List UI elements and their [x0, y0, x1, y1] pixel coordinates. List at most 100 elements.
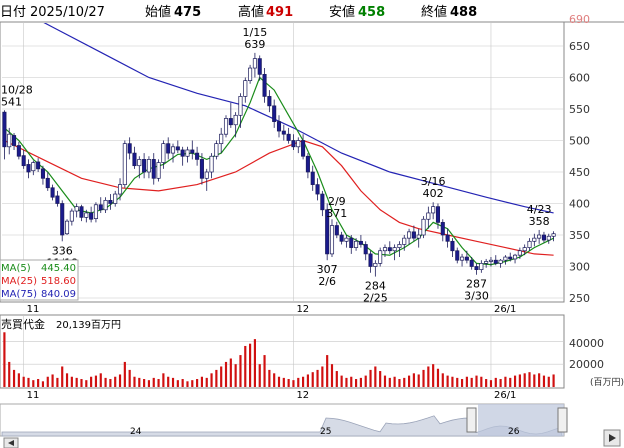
candle-body [435, 206, 441, 223]
volume-panel[interactable]: 売買代金 20,139百万円 40000 20000 (百万円) [0, 314, 624, 389]
candle-body [2, 111, 7, 148]
candle-body [344, 237, 349, 242]
candle-body [55, 195, 60, 204]
volume-bar [249, 343, 252, 387]
volume-bar [383, 375, 387, 387]
price-tick-label: 250 [569, 292, 590, 305]
candle [248, 64, 253, 84]
candle-body [195, 152, 200, 160]
volume-bar [533, 374, 536, 387]
volume-bar [17, 373, 20, 387]
volume-bar [186, 381, 189, 387]
navigator-label-25: 25 [320, 427, 331, 437]
volume-bar [61, 366, 64, 387]
candle [156, 159, 161, 182]
peak-label-price: 371 [326, 207, 347, 220]
candle-body [21, 155, 26, 167]
candle-body [26, 164, 31, 173]
candle-body [262, 73, 267, 97]
candle-body [146, 159, 151, 173]
candle-body [276, 121, 282, 132]
candle-body [354, 240, 359, 248]
month-axis: 111226/1234 [27, 304, 517, 315]
volume-bar [316, 369, 319, 387]
peak-label-price: 541 [1, 95, 22, 108]
volume-bar [46, 376, 49, 387]
candle-body [445, 234, 450, 242]
candle-body [238, 96, 243, 116]
candle-body [484, 261, 489, 264]
range-navigator[interactable]: 24 25 26 [0, 403, 568, 437]
volume-bar [552, 374, 555, 387]
price-tick-label: 400 [569, 198, 590, 211]
peak-label-price: 3/30 [464, 290, 489, 303]
candle-body [127, 143, 132, 154]
volume-bar [12, 369, 16, 387]
candle-body [199, 159, 204, 179]
candle-body [69, 210, 74, 222]
candle-body [98, 204, 103, 211]
price-tick-label: 450 [569, 166, 590, 179]
candle-body [387, 247, 392, 252]
stock-chart[interactable]: 日付 2025/10/27 始値 475 高値 491 安値 458 終値 48… [0, 0, 624, 448]
volume-bar [470, 377, 473, 387]
volume-bar [171, 377, 175, 387]
volume-bar [210, 373, 213, 387]
candle-body [488, 259, 494, 262]
candle-body [440, 222, 445, 236]
volume-bar [528, 372, 531, 387]
volume-bar [239, 355, 242, 387]
volume-bar [542, 375, 546, 387]
navigator-selection[interactable] [478, 404, 564, 436]
candle-body [508, 256, 513, 260]
candle-body [546, 235, 551, 241]
candle-body [358, 240, 363, 245]
candle-body [397, 244, 402, 248]
ma75-legend-value: 840.09 [41, 289, 76, 300]
candle-body [474, 266, 479, 270]
candle-body [411, 231, 416, 239]
candle-body [382, 247, 388, 252]
month-label-bottom: 26/1 [494, 390, 516, 401]
navigator-left-handle[interactable] [466, 407, 477, 433]
candle-body [151, 159, 156, 179]
volume-bar [345, 377, 348, 387]
volume-bar [451, 376, 454, 387]
high-label: 高値 [238, 4, 264, 20]
volume-bar [41, 381, 45, 387]
volume-bar [282, 377, 285, 387]
candle-body [349, 237, 354, 248]
candle-body [368, 253, 373, 267]
volume-bar [513, 375, 517, 387]
candle [223, 115, 229, 138]
candle-body [479, 263, 484, 271]
open-label: 始値 [145, 4, 171, 20]
ma-legend: MA(5) 445.40 MA(25) 518.60 MA(75) 840.09 [0, 259, 79, 301]
candle-body [301, 140, 306, 157]
candle-body [122, 143, 127, 185]
scroll-left-button[interactable] [3, 437, 19, 448]
candle-body [503, 256, 508, 261]
volume-bar [277, 376, 281, 387]
volume-bar [176, 380, 179, 387]
candle-body [31, 162, 36, 172]
open-value: 475 [174, 5, 201, 20]
price-tick-label: 600 [569, 72, 590, 85]
price-axis: 250 300 350 400 450 500 550 600 650 690 [569, 13, 590, 305]
volume-bar [51, 374, 54, 387]
candle-body [79, 206, 84, 218]
candle-body [50, 187, 55, 198]
candle-body [522, 247, 527, 252]
price-panel[interactable]: 250300350400450500550600650690 10/285413… [0, 2, 624, 305]
navigator-right-handle[interactable] [557, 407, 568, 433]
candle-body [407, 231, 412, 239]
price-tick-label: 690 [569, 13, 590, 26]
candle-body [214, 143, 219, 157]
candle-body [286, 133, 291, 141]
volume-bar [499, 379, 502, 387]
scroll-right-button[interactable] [603, 429, 621, 447]
candle-body [426, 212, 431, 220]
volume-bar [70, 376, 73, 387]
price-tick-label: 500 [569, 135, 590, 148]
volume-bar [133, 376, 136, 387]
